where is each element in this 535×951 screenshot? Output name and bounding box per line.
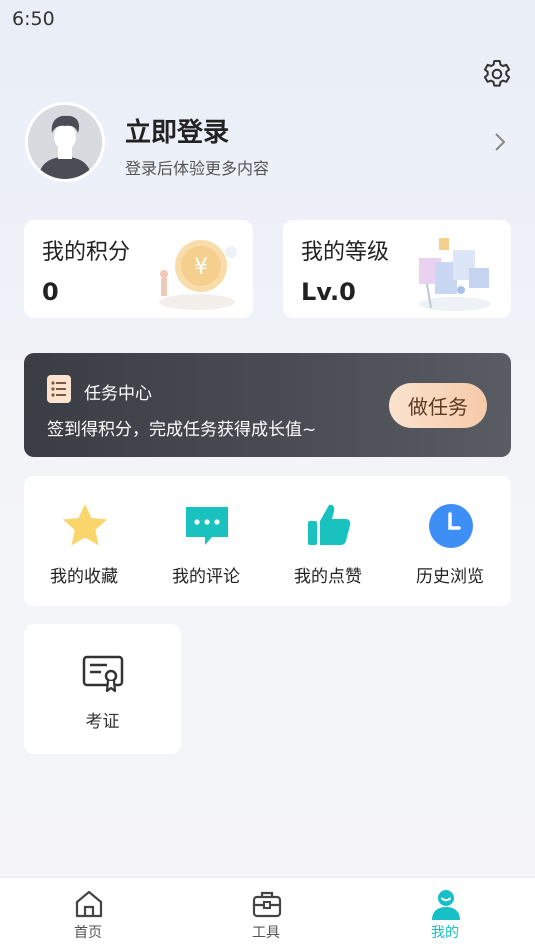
- settings-gear-icon[interactable]: [481, 58, 513, 90]
- level-card[interactable]: 我的等级 Lv.0: [283, 220, 511, 318]
- level-illustration-icon: [409, 228, 499, 316]
- points-label: 我的积分: [42, 240, 131, 265]
- quick-actions-card: 我的收藏 我的评论 我的点赞 历史浏览: [24, 476, 511, 606]
- comments-label: 我的评论: [172, 567, 240, 587]
- nav-mine-label: 我的: [431, 925, 459, 941]
- certificate-tool-card[interactable]: 考证: [24, 624, 181, 754]
- login-subtitle: 登录后体验更多内容: [125, 159, 270, 178]
- task-list-icon: [46, 374, 72, 404]
- comments-item[interactable]: 我的评论: [146, 476, 266, 606]
- do-task-button[interactable]: 做任务: [389, 383, 487, 428]
- points-value: 0: [42, 278, 59, 306]
- level-label: 我的等级: [301, 240, 390, 265]
- user-icon: [430, 888, 462, 920]
- toolbox-icon: [251, 888, 283, 920]
- level-value: Lv.0: [301, 278, 356, 306]
- task-center-card: 任务中心 签到得积分，完成任务获得成长值~ 做任务: [24, 353, 511, 457]
- nav-tools-label: 工具: [252, 925, 280, 941]
- chevron-right-icon[interactable]: [490, 130, 510, 154]
- svg-text:¥: ¥: [194, 255, 208, 280]
- avatar[interactable]: [25, 102, 105, 182]
- likes-label: 我的点赞: [294, 567, 362, 587]
- task-center-title: 任务中心: [84, 384, 152, 404]
- nav-home[interactable]: 首页: [28, 878, 148, 951]
- history-item[interactable]: 历史浏览: [390, 476, 510, 606]
- coin-illustration-icon: ¥: [151, 228, 241, 316]
- nav-home-label: 首页: [74, 925, 102, 941]
- status-time: 6:50: [12, 8, 55, 30]
- likes-item[interactable]: 我的点赞: [268, 476, 388, 606]
- nav-tools[interactable]: 工具: [206, 878, 326, 951]
- favorites-item[interactable]: 我的收藏: [24, 476, 144, 606]
- certificate-label: 考证: [85, 712, 120, 732]
- thumbs-up-icon: [304, 501, 354, 551]
- bottom-nav: 首页 工具 我的: [0, 877, 535, 951]
- history-label: 历史浏览: [416, 567, 484, 587]
- login-title[interactable]: 立即登录: [125, 112, 229, 149]
- certificate-icon: [81, 654, 125, 694]
- points-card[interactable]: 我的积分 0 ¥: [24, 220, 253, 318]
- nav-mine[interactable]: 我的: [385, 878, 505, 951]
- star-icon: [60, 501, 110, 551]
- task-center-description: 签到得积分，完成任务获得成长值~: [47, 420, 317, 440]
- comment-icon: [182, 501, 232, 551]
- home-icon: [73, 888, 105, 920]
- favorites-label: 我的收藏: [50, 567, 118, 587]
- clock-icon: [426, 501, 476, 551]
